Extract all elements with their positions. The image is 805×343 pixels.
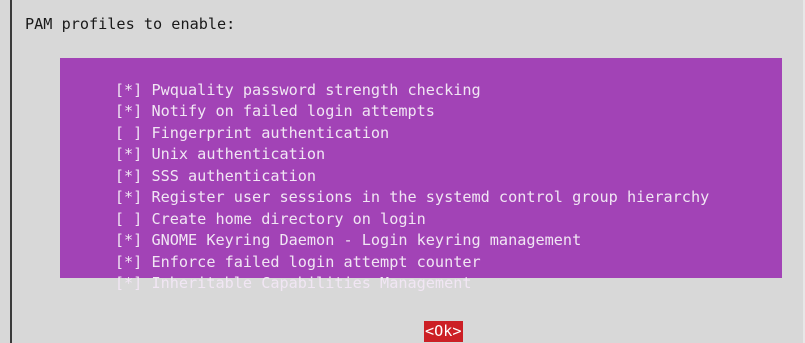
dialog-prompt: PAM profiles to enable: xyxy=(25,15,236,33)
checklist-item-gnome-keyring[interactable]: [*] GNOME Keyring Daemon - Login keyring… xyxy=(60,209,581,249)
checklist-item-systemd-sessions[interactable]: [*] Register user sessions in the system… xyxy=(60,166,709,206)
ok-button[interactable]: <Ok> xyxy=(424,321,463,342)
checklist-item-pwquality[interactable]: [*] Pwquality password strength checking xyxy=(60,58,481,99)
checklist-item-fingerprint[interactable]: [ ] Fingerprint authentication xyxy=(60,101,389,142)
checklist-item-unix-auth[interactable]: [*] Unix authentication xyxy=(60,123,325,163)
pam-config-dialog: PAM profiles to enable: [*] Pwquality pa… xyxy=(0,0,805,343)
checklist-item-sss-auth[interactable]: [*] SSS authentication xyxy=(60,144,316,185)
checkbox-mark[interactable]: [*] xyxy=(115,274,142,292)
checklist-item-notify-failed-login[interactable]: [*] Notify on failed login attempts xyxy=(60,80,435,120)
checklist-item-label: Inheritable Capabilities Management xyxy=(151,274,472,292)
checklist-item-create-home-dir[interactable]: [ ] Create home directory on login xyxy=(60,187,426,228)
checklist-item-faillock[interactable]: [*] Enforce failed login attempt counter xyxy=(60,230,481,271)
pam-profiles-checklist[interactable]: [*] Pwquality password strength checking… xyxy=(60,58,782,292)
dialog-left-border xyxy=(10,0,12,343)
checklist-item-capabilities[interactable]: [*] Inheritable Capabilities Management xyxy=(60,252,472,292)
